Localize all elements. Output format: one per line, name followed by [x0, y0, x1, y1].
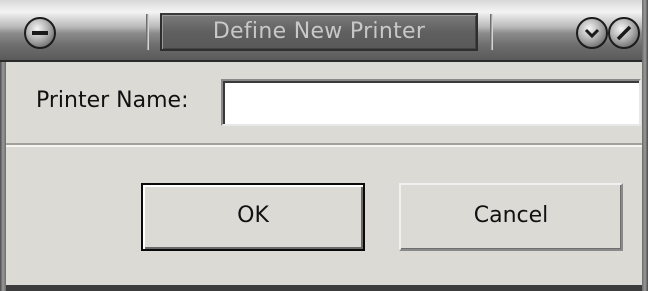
title-groove-right — [490, 14, 493, 50]
cancel-button[interactable]: Cancel — [399, 183, 623, 251]
title-groove-left — [146, 14, 149, 50]
shade-down-icon[interactable] — [576, 17, 608, 49]
title-bar[interactable]: Define New Printer — [0, 0, 648, 62]
minimize-icon[interactable] — [24, 17, 56, 49]
dialog-window: Define New Printer Printer Name: OK Canc… — [0, 0, 648, 291]
printer-name-input[interactable] — [221, 79, 641, 126]
close-slash-icon[interactable] — [608, 17, 640, 49]
printer-name-label: Printer Name: — [36, 88, 189, 113]
ok-button[interactable]: OK — [141, 183, 365, 251]
window-title: Define New Printer — [160, 13, 478, 51]
separator — [6, 143, 642, 147]
